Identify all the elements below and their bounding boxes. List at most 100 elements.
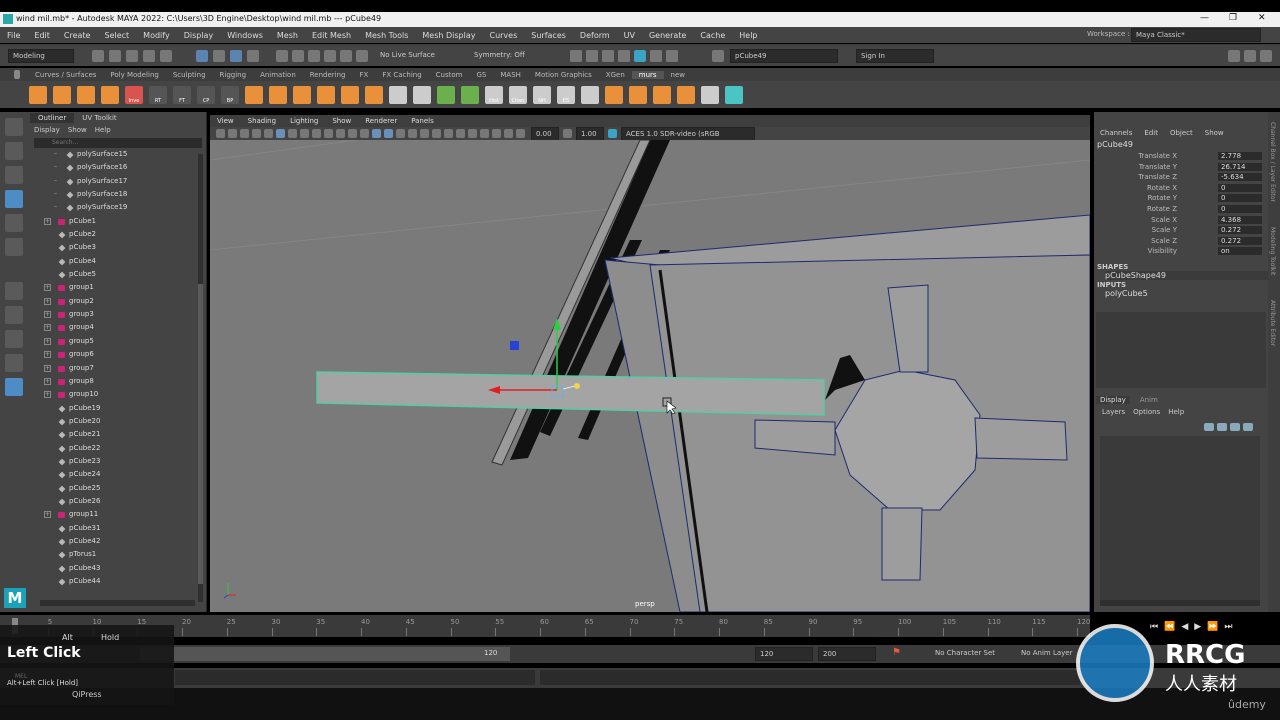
- symmetry-dropdown[interactable]: Symmetry: Off: [470, 49, 530, 63]
- shelf-tab-rendering[interactable]: Rendering: [303, 71, 353, 79]
- maximize-button[interactable]: ❐: [1229, 13, 1237, 23]
- outliner-item[interactable]: + group5: [30, 337, 206, 350]
- render-frame-icon[interactable]: [570, 50, 582, 62]
- range-slider[interactable]: 120: [140, 647, 510, 661]
- outliner-item[interactable]: pCube25: [30, 484, 206, 497]
- outliner-menu-help[interactable]: Help: [91, 125, 115, 135]
- cb-attribute-row[interactable]: Scale Z 0.272: [1094, 236, 1268, 248]
- smooth-icon[interactable]: [437, 85, 455, 104]
- menu-surfaces[interactable]: Surfaces: [531, 31, 566, 40]
- select-tool-icon[interactable]: [5, 118, 23, 136]
- outliner-menu-show[interactable]: Show: [64, 125, 91, 135]
- hypershade-icon[interactable]: [634, 50, 646, 62]
- outliner-item[interactable]: + group6: [30, 350, 206, 363]
- expand-icon[interactable]: +: [44, 217, 51, 225]
- side-tab-modeling-toolkit[interactable]: Modeling Toolkit: [1269, 227, 1276, 275]
- menu-set-dropdown[interactable]: Modeling: [8, 49, 74, 63]
- side-tab-attribute-editor[interactable]: Attribute Editor: [1269, 300, 1276, 346]
- cb-attr-value[interactable]: 0: [1218, 194, 1262, 203]
- menu-uv[interactable]: UV: [624, 31, 635, 40]
- snap-grid-icon[interactable]: [276, 50, 288, 62]
- undo-icon[interactable]: [143, 50, 155, 62]
- outliner-item[interactable]: + group1: [30, 283, 206, 296]
- show-manipulator-icon[interactable]: [5, 282, 23, 300]
- menu-windows[interactable]: Windows: [227, 31, 263, 40]
- shelf-tab-motion-graphics[interactable]: Motion Graphics: [528, 71, 599, 79]
- 2d-pan-icon[interactable]: [264, 129, 273, 138]
- cb-attribute-row[interactable]: Rotate X 0: [1094, 183, 1268, 195]
- move-layer-up-icon[interactable]: [1204, 423, 1214, 431]
- menu-select[interactable]: Select: [104, 31, 129, 40]
- expand-icon[interactable]: +: [44, 297, 51, 305]
- bookmark-icon[interactable]: [240, 129, 249, 138]
- cp-icon[interactable]: CP: [197, 85, 215, 104]
- cb-shape-name[interactable]: pCubeShape49: [1105, 270, 1268, 280]
- cb-attribute-row[interactable]: Rotate Y 0: [1094, 194, 1268, 205]
- image-plane-icon[interactable]: [252, 129, 261, 138]
- outliner-item[interactable]: + group11: [30, 510, 206, 523]
- outliner-item[interactable]: pCube4: [30, 257, 206, 270]
- menu-generate[interactable]: Generate: [649, 31, 686, 40]
- outliner-item[interactable]: + group4: [30, 323, 206, 336]
- viewport-menu-shading[interactable]: Shading: [241, 117, 283, 125]
- wireframe-on-shaded-icon[interactable]: [384, 129, 393, 138]
- workspace-dropdown[interactable]: Maya Classic*: [1131, 28, 1261, 42]
- xray-joints-icon[interactable]: [504, 129, 513, 138]
- cb-attribute-row[interactable]: Scale X 4.368: [1094, 215, 1268, 227]
- menu-file[interactable]: File: [7, 31, 20, 40]
- close-button[interactable]: ✕: [1258, 13, 1266, 23]
- viewport-menu-panels[interactable]: Panels: [404, 117, 441, 125]
- shelf-tab-xgen[interactable]: XGen: [599, 71, 632, 79]
- sphere2-icon[interactable]: [677, 85, 695, 104]
- cb-attr-value[interactable]: 26.714: [1218, 162, 1262, 171]
- open-scene-icon[interactable]: [109, 50, 121, 62]
- cb-attribute-row[interactable]: Translate Z -5.634: [1094, 173, 1268, 184]
- cb-menu-edit[interactable]: Edit: [1144, 129, 1158, 137]
- outliner-item[interactable]: – polySurface16: [30, 163, 206, 176]
- modeling-toolkit-toggle-icon[interactable]: [1228, 50, 1240, 62]
- outliner-item[interactable]: – polySurface17: [30, 177, 206, 190]
- outliner-item[interactable]: pCube42: [30, 537, 206, 550]
- gate-mask-icon[interactable]: [312, 129, 321, 138]
- align-icon[interactable]: [701, 85, 719, 104]
- target-weld-icon[interactable]: [629, 85, 647, 104]
- new-scene-icon[interactable]: [92, 50, 104, 62]
- layer-menu-layers[interactable]: Layers: [1102, 408, 1125, 416]
- expand-icon[interactable]: +: [44, 377, 51, 385]
- resolution-gate-icon[interactable]: [300, 129, 309, 138]
- lights-icon[interactable]: [408, 129, 417, 138]
- cb-attribute-row[interactable]: Translate Y 26.714: [1094, 162, 1268, 174]
- cb-attr-value[interactable]: 0: [1218, 204, 1262, 213]
- anim-layer-dropdown[interactable]: No Anim Layer: [1021, 649, 1072, 657]
- shelf-tab-new[interactable]: new: [664, 71, 692, 79]
- quick-select-field[interactable]: pCube49: [730, 49, 838, 63]
- film-gate-icon[interactable]: [288, 129, 297, 138]
- outliner-item[interactable]: pCube26: [30, 497, 206, 510]
- outliner-item[interactable]: pCube24: [30, 470, 206, 483]
- camera-select-icon[interactable]: [216, 129, 225, 138]
- snap-curve-icon[interactable]: [292, 50, 304, 62]
- menu-mesh-display[interactable]: Mesh Display: [422, 31, 475, 40]
- menu-create[interactable]: Create: [64, 31, 91, 40]
- outliner-item[interactable]: pCube21: [30, 430, 206, 443]
- cb-attribute-row[interactable]: Visibility on: [1094, 247, 1268, 258]
- cb-attr-value[interactable]: on: [1218, 247, 1262, 256]
- layer-menu-help[interactable]: Help: [1168, 408, 1184, 416]
- menu-modify[interactable]: Modify: [143, 31, 170, 40]
- outliner-item[interactable]: pCube2: [30, 230, 206, 243]
- ft-icon[interactable]: FT: [173, 85, 191, 104]
- two-view-icon[interactable]: [5, 354, 23, 372]
- move-tool-icon[interactable]: [5, 190, 23, 208]
- shelf-tab-fx-caching[interactable]: FX Caching: [375, 71, 428, 79]
- redo-icon[interactable]: [160, 50, 172, 62]
- character-set-dropdown[interactable]: No Character Set: [935, 649, 995, 657]
- outliner-item[interactable]: pCube22: [30, 444, 206, 457]
- menu-curves[interactable]: Curves: [489, 31, 517, 40]
- scale-tool-icon[interactable]: [5, 238, 23, 256]
- outliner-item[interactable]: + group10: [30, 390, 206, 403]
- combine-icon[interactable]: [341, 85, 359, 104]
- nh-icon[interactable]: NH: [533, 85, 551, 104]
- outliner-item[interactable]: – polySurface19: [30, 203, 206, 216]
- bridge-icon[interactable]: [317, 85, 335, 104]
- snap-surface-icon[interactable]: [340, 50, 352, 62]
